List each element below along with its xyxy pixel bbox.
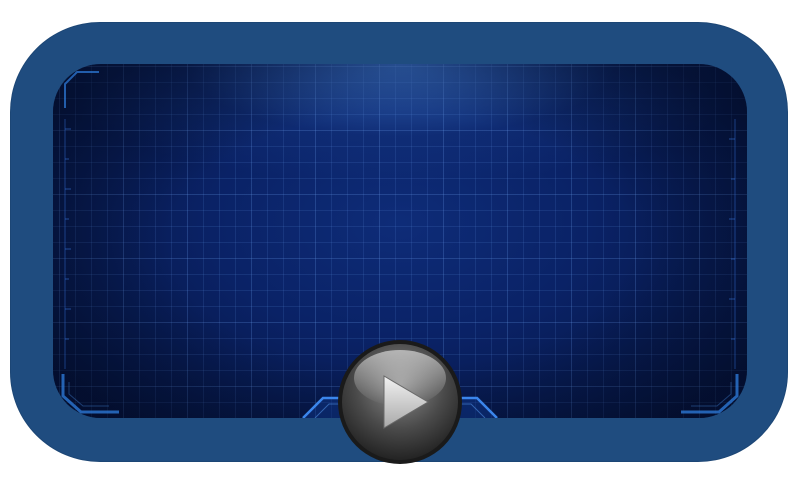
right-ruler-decoration (727, 119, 737, 369)
top-left-corner-decoration (59, 68, 129, 118)
bottom-left-corner-decoration (59, 366, 129, 416)
play-button[interactable] (336, 338, 464, 466)
left-ruler-decoration (63, 119, 73, 369)
video-player (0, 0, 800, 482)
play-icon (338, 340, 462, 464)
bottom-right-corner-decoration (671, 366, 741, 416)
